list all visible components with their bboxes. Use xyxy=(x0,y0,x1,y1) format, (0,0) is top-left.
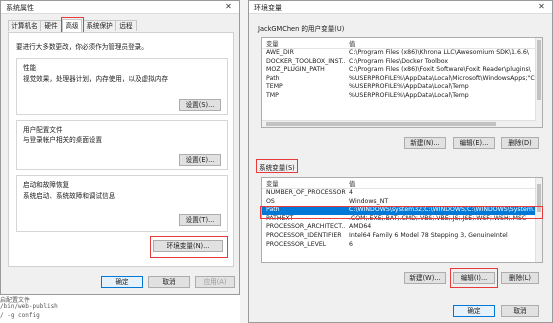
tab-remote[interactable]: 远程 xyxy=(115,20,137,31)
profile-title: 用户配置文件 xyxy=(23,126,63,134)
tab-computer-name[interactable]: 计算机名 xyxy=(8,20,41,31)
user-table-hscrollbar[interactable] xyxy=(262,120,536,127)
user-table-header: 变量 值 xyxy=(262,38,542,49)
envvars-cancel-button[interactable]: 取消 xyxy=(501,305,539,317)
close-icon[interactable]: ✕ xyxy=(533,1,550,13)
variable-name: NUMBER_OF_PROCESSORS xyxy=(266,189,346,196)
system-table-scrollbar[interactable] xyxy=(535,178,542,262)
system-properties-dialog: 系统属性 ✕ 计算机名 硬件 高级 系统保护 远程 要进行大多数更改，你必须作为… xyxy=(0,0,240,295)
edit-button-highlight xyxy=(450,268,498,288)
performance-group: 性能 视觉效果，处理器计划，内存使用，以及虚拟内存 设置(S)... xyxy=(16,58,228,115)
variable-name: Path xyxy=(266,74,280,82)
variable-name: TMP xyxy=(266,91,279,99)
startup-settings-button[interactable]: 设置(T)... xyxy=(179,214,221,226)
table-row[interactable]: OS Windows_NT xyxy=(262,198,542,207)
variable-value: C:\Program Files (x86)\Khrona LLC\Awesom… xyxy=(349,49,529,56)
variable-name: PROCESSOR_LEVEL xyxy=(266,240,327,248)
advanced-panel: 要进行大多数更改，你必须作为管理员登录。 性能 视觉效果，处理器计划，内存使用，… xyxy=(8,32,234,267)
variable-value: 4 xyxy=(349,189,353,196)
close-icon[interactable]: ✕ xyxy=(220,1,237,13)
col-variable: 变量 xyxy=(266,41,279,48)
background-terminal: 启配置文件 /bin/web-publish / -g config xyxy=(0,295,240,323)
bg-line-2: /bin/web-publish xyxy=(0,303,58,310)
user-scroll-thumb[interactable] xyxy=(537,40,541,100)
user-rows: AWE_DIR C:\Program Files (x86)\Khrona LLC… xyxy=(262,49,542,101)
variable-name: PROCESSOR_ARCHITECT... xyxy=(266,223,346,231)
bg-line-3: / -g config xyxy=(0,312,40,319)
profile-group: 用户配置文件 与登录帐户相关的桌面设置 设置(E)... xyxy=(16,120,228,170)
profile-desc: 与登录帐户相关的桌面设置 xyxy=(23,136,103,144)
performance-settings-button[interactable]: 设置(S)... xyxy=(179,99,221,111)
user-variables-label: JackGMChen 的用户变量(U) xyxy=(258,25,345,33)
variable-name: AWE_DIR xyxy=(266,49,294,56)
variable-value: Intel64 Family 6 Model 78 Stepping 3, Ge… xyxy=(349,231,508,239)
user-new-button[interactable]: 新建(N)... xyxy=(404,137,446,149)
system-variables-table: 变量 值 NUMBER_OF_PROCESSORS 4 OS Windows_NT Pa… xyxy=(261,177,543,263)
variable-value: %USERPROFILE%\AppData\Local\Microsoft\Wi… xyxy=(349,74,537,82)
system-new-button[interactable]: 新建(W)... xyxy=(404,272,446,284)
envvars-ok-button[interactable]: 确定 xyxy=(453,305,495,317)
variable-name: DOCKER_TOOLBOX_INST... xyxy=(266,57,346,65)
tab-hardware[interactable]: 硬件 xyxy=(40,20,62,31)
user-hscroll-thumb[interactable] xyxy=(266,122,496,126)
variable-name: OS xyxy=(266,197,275,205)
user-table-scrollbar[interactable] xyxy=(535,38,542,127)
table-row[interactable]: MOZ_PLUGIN_PATH C:\Program Files (x86)\Fo… xyxy=(262,66,542,75)
variable-value: %USERPROFILE%\AppData\Local\Temp xyxy=(349,83,469,91)
environment-variables-dialog: 环境变量 ✕ JackGMChen 的用户变量(U) 变量 值 AWE_DIR C… xyxy=(248,0,553,323)
profile-settings-button[interactable]: 设置(E)... xyxy=(179,154,221,166)
performance-title: 性能 xyxy=(23,64,37,72)
variable-name: PROCESSOR_IDENTIFIER xyxy=(266,231,342,239)
table-row[interactable]: PROCESSOR_LEVEL 6 xyxy=(262,241,542,250)
variable-value: %USERPROFILE%\AppData\Local\Temp xyxy=(349,91,469,99)
sysprops-ok-button[interactable]: 确定 xyxy=(101,276,143,288)
table-row[interactable]: PROCESSOR_ARCHITECT... AMD64 xyxy=(262,223,542,232)
system-rows: NUMBER_OF_PROCESSORS 4 OS Windows_NT Path C:\… xyxy=(262,189,542,249)
variable-value: C:\Program Files\Docker Toolbox xyxy=(349,57,449,65)
path-row-highlight xyxy=(260,206,543,219)
table-row[interactable]: PROCESSOR_IDENTIFIER Intel64 Family 6 Mod… xyxy=(262,232,542,241)
table-row[interactable]: TMP %USERPROFILE%\AppData\Local\Temp xyxy=(262,92,542,101)
table-row[interactable]: TEMP %USERPROFILE%\AppData\Local\Temp xyxy=(262,83,542,92)
col-value: 值 xyxy=(349,181,356,188)
sysprops-titlebar: 系统属性 ✕ xyxy=(1,1,239,14)
sysprops-apply-button[interactable]: 应用(A) xyxy=(195,276,235,288)
variable-value: C:\Program Files (x86)\Foxit Software\Fo… xyxy=(349,66,531,74)
startup-desc: 系统启动、系统故障和调试信息 xyxy=(23,192,116,200)
user-delete-button[interactable]: 删除(D) xyxy=(501,137,539,149)
envvars-titlebar: 环境变量 ✕ xyxy=(249,1,552,14)
user-variables-table: 变量 值 AWE_DIR C:\Program Files (x86)\Khron… xyxy=(261,37,543,128)
startup-title: 启动和故障恢复 xyxy=(23,181,70,189)
variable-value: AMD64 xyxy=(349,223,372,231)
performance-desc: 视觉效果，处理器计划，内存使用，以及虚拟内存 xyxy=(23,75,169,83)
user-edit-button[interactable]: 编辑(E)... xyxy=(453,137,495,149)
envvars-title: 环境变量 xyxy=(254,4,282,12)
env-button-highlight xyxy=(150,236,228,258)
sysprops-title: 系统属性 xyxy=(6,4,34,12)
table-row[interactable]: AWE_DIR C:\Program Files (x86)\Khrona LLC… xyxy=(262,49,542,58)
startup-group: 启动和故障恢复 系统启动、系统故障和调试信息 设置(T)... xyxy=(16,175,228,232)
col-variable: 变量 xyxy=(266,181,279,188)
table-row[interactable]: NUMBER_OF_PROCESSORS 4 xyxy=(262,189,542,198)
variable-name: MOZ_PLUGIN_PATH xyxy=(266,66,325,74)
variable-value: 6 xyxy=(349,240,353,248)
variable-value: Windows_NT xyxy=(349,197,389,205)
system-delete-button[interactable]: 删除(L) xyxy=(501,272,539,284)
table-row[interactable]: Path %USERPROFILE%\AppData\Local\Microsof… xyxy=(262,75,542,84)
system-label-highlight xyxy=(256,159,298,173)
table-row[interactable]: DOCKER_TOOLBOX_INST... C:\Program Files\D… xyxy=(262,58,542,67)
sysprops-cancel-button[interactable]: 取消 xyxy=(148,276,190,288)
system-table-header: 变量 值 xyxy=(262,178,542,189)
col-value: 值 xyxy=(349,41,356,48)
variable-name: TEMP xyxy=(266,83,283,91)
tab-system-protection[interactable]: 系统保护 xyxy=(83,20,116,31)
admin-note: 要进行大多数更改，你必须作为管理员登录。 xyxy=(16,43,148,51)
